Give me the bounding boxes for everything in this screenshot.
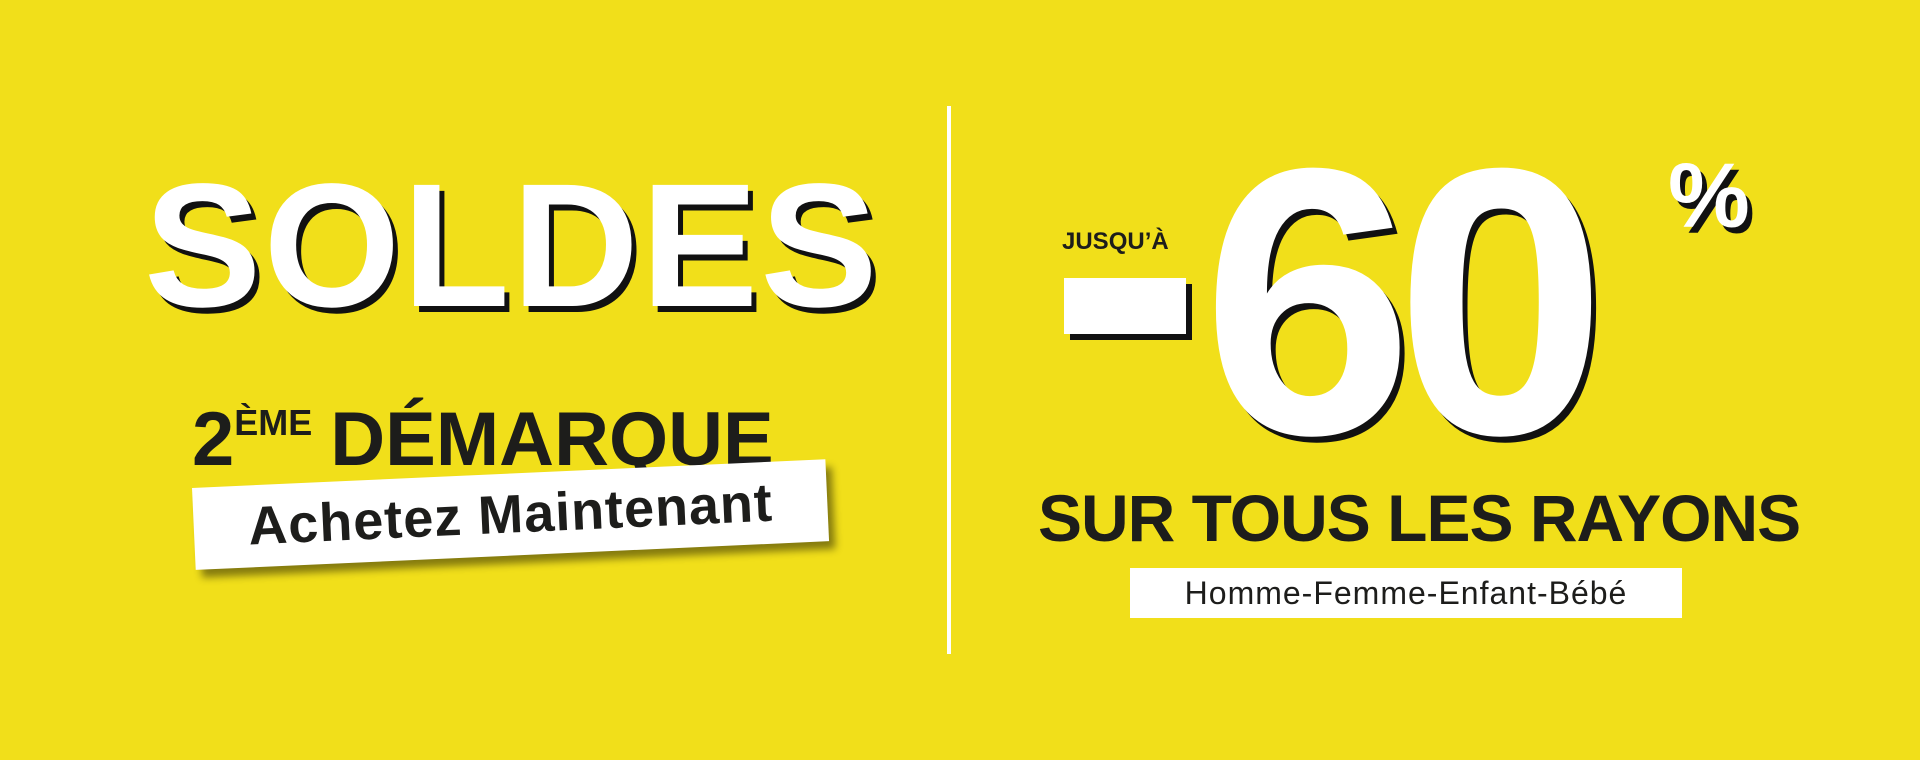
- demarque-suffix: ÈME: [234, 402, 313, 443]
- percent-sign: %: [1668, 145, 1750, 247]
- minus-sign: [1064, 278, 1186, 334]
- vertical-divider: [947, 106, 951, 654]
- buy-now-label: Achetez Maintenant: [246, 472, 775, 557]
- discount-value: 60: [1202, 89, 1607, 514]
- all-departments-headline: SUR TOUS LES RAYONS: [1038, 481, 1801, 555]
- demarque-number: 2: [192, 397, 235, 482]
- categories-label: Homme-Femme-Enfant-Bébé: [1184, 574, 1628, 611]
- soldes-title: SOLDES: [144, 148, 880, 344]
- up-to-label: JUSQU’À: [1062, 228, 1169, 255]
- promo-banner: SOLDES 2ÈME DÉMARQUE Achetez Maintenant J…: [0, 0, 1920, 760]
- categories-tag: Homme-Femme-Enfant-Bébé: [1130, 568, 1682, 618]
